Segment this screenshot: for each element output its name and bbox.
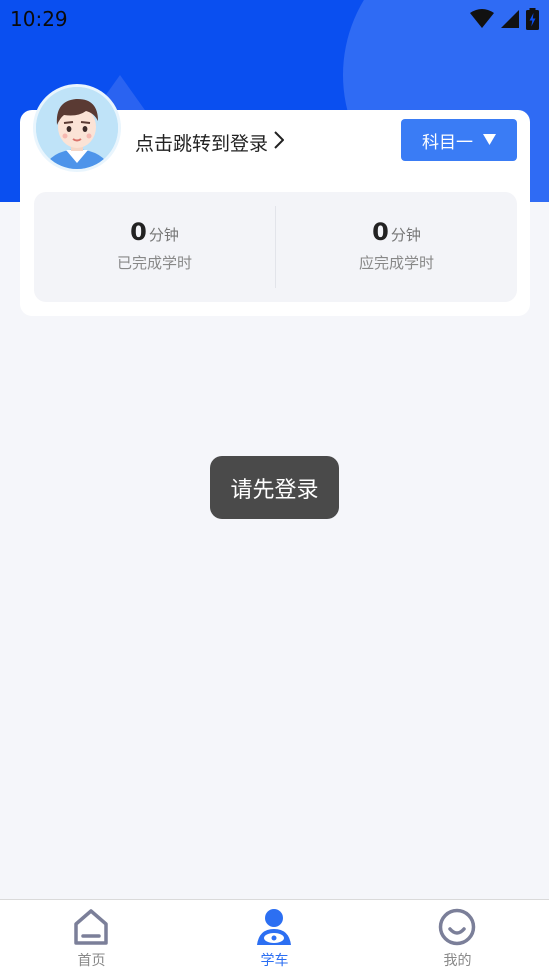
subject-selector-label: 科目一 [422, 132, 473, 153]
status-time: 10:29 [10, 7, 68, 31]
battery-charging-icon [526, 8, 539, 30]
chevron-right-icon [274, 131, 285, 154]
completed-hours-stat: 0 分钟 已完成学时 [34, 192, 275, 302]
app-screen: 10:29 点击跳转到登录 科目一 0 分钟 已完成学时 0 分钟 应完成学时 … [0, 0, 549, 976]
subject-selector-button[interactable]: 科目一 [401, 119, 517, 161]
required-hours-stat: 0 分钟 应完成学时 [276, 192, 517, 302]
nav-label-home: 首页 [77, 953, 106, 969]
status-icons [470, 8, 539, 30]
completed-hours-value: 0 [130, 218, 147, 246]
status-bar: 10:29 [0, 0, 549, 38]
login-prompt-text: 点击跳转到登录 [135, 133, 269, 155]
cellular-signal-icon [500, 9, 520, 29]
user-avatar-icon [36, 87, 118, 169]
nav-label-learn-driving: 学车 [260, 953, 289, 969]
login-link[interactable]: 点击跳转到登录 [135, 129, 285, 156]
nav-label-mine: 我的 [443, 953, 472, 969]
study-hours-panel: 0 分钟 已完成学时 0 分钟 应完成学时 [34, 192, 517, 302]
smile-icon [438, 908, 476, 946]
nav-item-home[interactable]: 首页 [0, 900, 183, 976]
nav-item-mine[interactable]: 我的 [366, 900, 549, 976]
avatar[interactable] [33, 84, 121, 172]
nav-item-learn-driving[interactable]: 学车 [183, 900, 366, 976]
required-hours-unit: 分钟 [390, 226, 421, 244]
wifi-icon [470, 9, 494, 29]
completed-hours-unit: 分钟 [148, 226, 179, 244]
required-hours-value: 0 [372, 218, 389, 246]
triangle-down-icon [483, 130, 496, 150]
home-icon [72, 908, 110, 946]
bottom-navigation: 首页 学车 我的 [0, 899, 549, 976]
login-required-toast: 请先登录 [210, 456, 339, 519]
learner-driver-icon [255, 908, 293, 946]
completed-hours-label: 已完成学时 [116, 254, 192, 272]
required-hours-label: 应完成学时 [358, 254, 434, 272]
